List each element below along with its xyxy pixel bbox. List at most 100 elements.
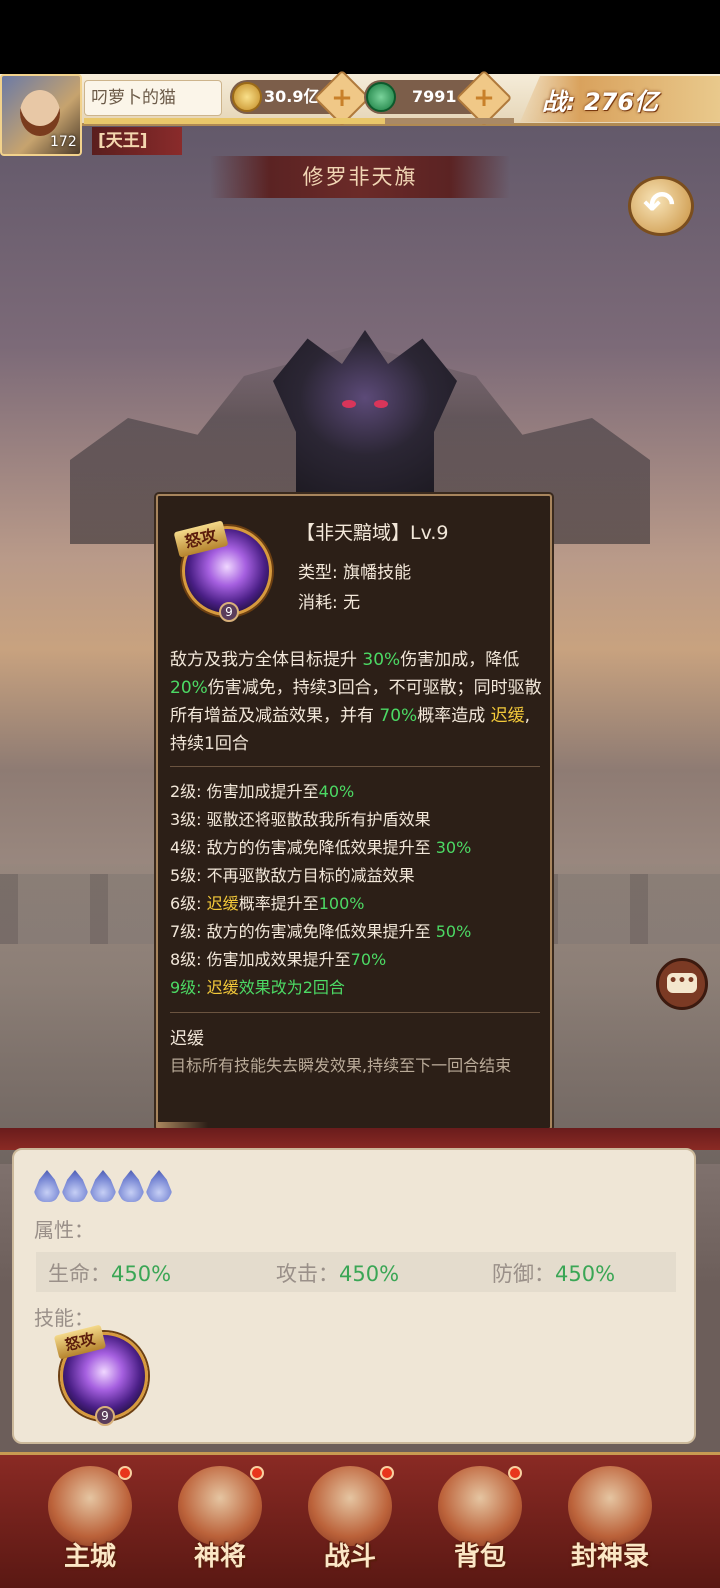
avatar-face <box>20 90 60 136</box>
text-segment: 70% <box>350 950 387 969</box>
nav-main-city[interactable]: 主城 <box>40 1462 140 1582</box>
banner-eye <box>374 400 388 408</box>
nav-label: 战斗 <box>323 1542 376 1572</box>
chat-button[interactable]: ••• <box>656 958 708 1010</box>
text-segment: 3级: 驱散还将驱散敌我所有护盾效果 <box>170 810 431 829</box>
battle-icon <box>308 1466 392 1546</box>
general-icon <box>178 1466 262 1546</box>
text-segment: 70% <box>379 706 418 726</box>
notification-dot <box>118 1466 132 1480</box>
text-segment: 效果改为2回合 <box>238 978 345 997</box>
nav-label: 背包 <box>453 1542 506 1572</box>
nav-fengshen-record[interactable]: 封神录 <box>560 1462 660 1582</box>
text-segment: 50% <box>435 922 472 941</box>
skill-tooltip: 怒攻 9 【非天黯域】Lv.9 类型: 旗幡技能 消耗: 无 敌方及我方全体目标… <box>156 494 552 1130</box>
text-segment: 迟缓 <box>206 978 239 997</box>
coin-value: 30.9亿 <box>264 87 320 106</box>
divider <box>170 766 540 767</box>
text-segment: 敌方及我方全体目标提升 <box>170 650 363 670</box>
jade-icon <box>366 82 396 112</box>
jade-value: 7991 <box>412 87 457 106</box>
nav-generals[interactable]: 神将 <box>170 1462 270 1582</box>
text-segment: 5级: 不再驱散敌方目标的减益效果 <box>170 866 415 885</box>
coin-icon <box>232 82 262 112</box>
nav-label: 主城 <box>63 1542 116 1572</box>
skill-level-line: 5级: 不再驱散敌方目标的减益效果 <box>170 862 544 890</box>
back-button[interactable]: ↶ <box>628 176 694 236</box>
divider <box>170 1012 540 1013</box>
attr-value: 450% <box>555 1262 616 1286</box>
star-flame-icon <box>118 1170 144 1202</box>
notification-dot <box>508 1466 522 1480</box>
attr-value: 450% <box>339 1262 400 1286</box>
skill-name: 【非天黯域】Lv.9 <box>296 522 449 544</box>
combat-power-value: 战: 276亿 <box>542 88 659 116</box>
text-segment: 30% <box>435 838 472 857</box>
page-title: 修罗非天旗 <box>302 165 418 189</box>
attr-value: 450% <box>111 1262 172 1286</box>
player-level: 172 <box>50 134 77 150</box>
text-segment: 2级: 伤害加成提升至 <box>170 782 319 801</box>
attr-name: 攻击： <box>276 1262 339 1286</box>
notification-dot <box>250 1466 264 1480</box>
text-segment: 概率提升至 <box>238 894 319 913</box>
attr-name: 生命： <box>48 1262 111 1286</box>
plus-icon: + <box>473 83 495 113</box>
text-segment: 8级: 伤害加成效果提升至 <box>170 950 351 969</box>
nav-label: 神将 <box>193 1542 246 1572</box>
status-bar <box>0 0 720 74</box>
star-flame-icon <box>90 1170 116 1202</box>
star-flame-icon <box>62 1170 88 1202</box>
status-term: 迟缓 <box>170 1029 204 1049</box>
banner-eye <box>342 400 356 408</box>
skill-level-badge: 9 <box>219 602 239 622</box>
skill-cost: 消耗: 无 <box>298 593 361 613</box>
plus-icon: + <box>331 83 353 113</box>
player-name: 叼萝卜的猫 <box>84 80 222 116</box>
attributes-label: 属性： <box>34 1218 94 1242</box>
skill-description: 敌方及我方全体目标提升 30%伤害加成，降低 20%伤害减免，持续3回合，不可驱… <box>170 646 544 758</box>
text-segment: 6级: <box>170 894 207 913</box>
text-segment: 20% <box>170 678 208 698</box>
exp-bar-fill <box>84 118 385 124</box>
skill-level-line: 3级: 驱散还将驱散敌我所有护盾效果 <box>170 806 544 834</box>
page-title-banner: 修罗非天旗 <box>210 156 510 198</box>
panel-top-border <box>0 1128 720 1150</box>
text-segment: 30% <box>362 650 401 670</box>
skill-level-line: 8级: 伤害加成效果提升至70% <box>170 946 544 974</box>
nav-label: 封神录 <box>570 1542 649 1572</box>
text-segment: 迟缓 <box>490 706 525 726</box>
text-segment: 迟缓 <box>206 894 239 913</box>
skill-level-line: 6级: 迟缓概率提升至100% <box>170 890 544 918</box>
skills-label: 技能： <box>34 1306 94 1330</box>
skill-level-line: 9级: 迟缓效果改为2回合 <box>170 974 544 1002</box>
skill-level-line: 2级: 伤害加成提升至40% <box>170 778 544 806</box>
notification-dot <box>380 1466 394 1480</box>
star-flame-icon <box>146 1170 172 1202</box>
exp-bar <box>84 118 514 124</box>
skill-level-line: 4级: 敌方的伤害减免降低效果提升至 30% <box>170 834 544 862</box>
text-segment: 伤害加成，降低 <box>400 650 520 670</box>
text-segment: 9级: <box>170 978 207 997</box>
text-segment: 4级: 敌方的伤害减免降低效果提升至 <box>170 838 436 857</box>
skill-level-line: 7级: 敌方的伤害减免降低效果提升至 50% <box>170 918 544 946</box>
chat-icon: ••• <box>667 973 697 993</box>
skill-type: 类型: 旗幡技能 <box>298 563 412 583</box>
book-icon <box>568 1466 652 1546</box>
star-flame-icon <box>34 1170 60 1202</box>
attr-name: 防御： <box>492 1262 555 1286</box>
text-segment: 7级: 敌方的伤害减免降低效果提升至 <box>170 922 436 941</box>
attr-attack: 攻击：450% <box>276 1258 399 1288</box>
back-arrow-icon: ↶ <box>643 183 675 227</box>
text-segment: 40% <box>318 782 355 801</box>
text-segment: 概率造成 <box>417 706 491 726</box>
nav-bag[interactable]: 背包 <box>430 1462 530 1582</box>
nav-battle[interactable]: 战斗 <box>300 1462 400 1582</box>
status-term-description: 目标所有技能失去瞬发效果,持续至下一回合结束 <box>170 1056 512 1075</box>
combat-power: 战: 276亿 <box>520 76 720 122</box>
attr-defense: 防御：450% <box>492 1258 615 1288</box>
skill-level-list: 2级: 伤害加成提升至40% 3级: 驱散还将驱散敌我所有护盾效果 4级: 敌方的伤… <box>170 778 544 1002</box>
text-segment: 100% <box>318 894 365 913</box>
rank-title: [天王] <box>92 127 182 155</box>
panel-skill-level-badge: 9 <box>95 1406 115 1426</box>
